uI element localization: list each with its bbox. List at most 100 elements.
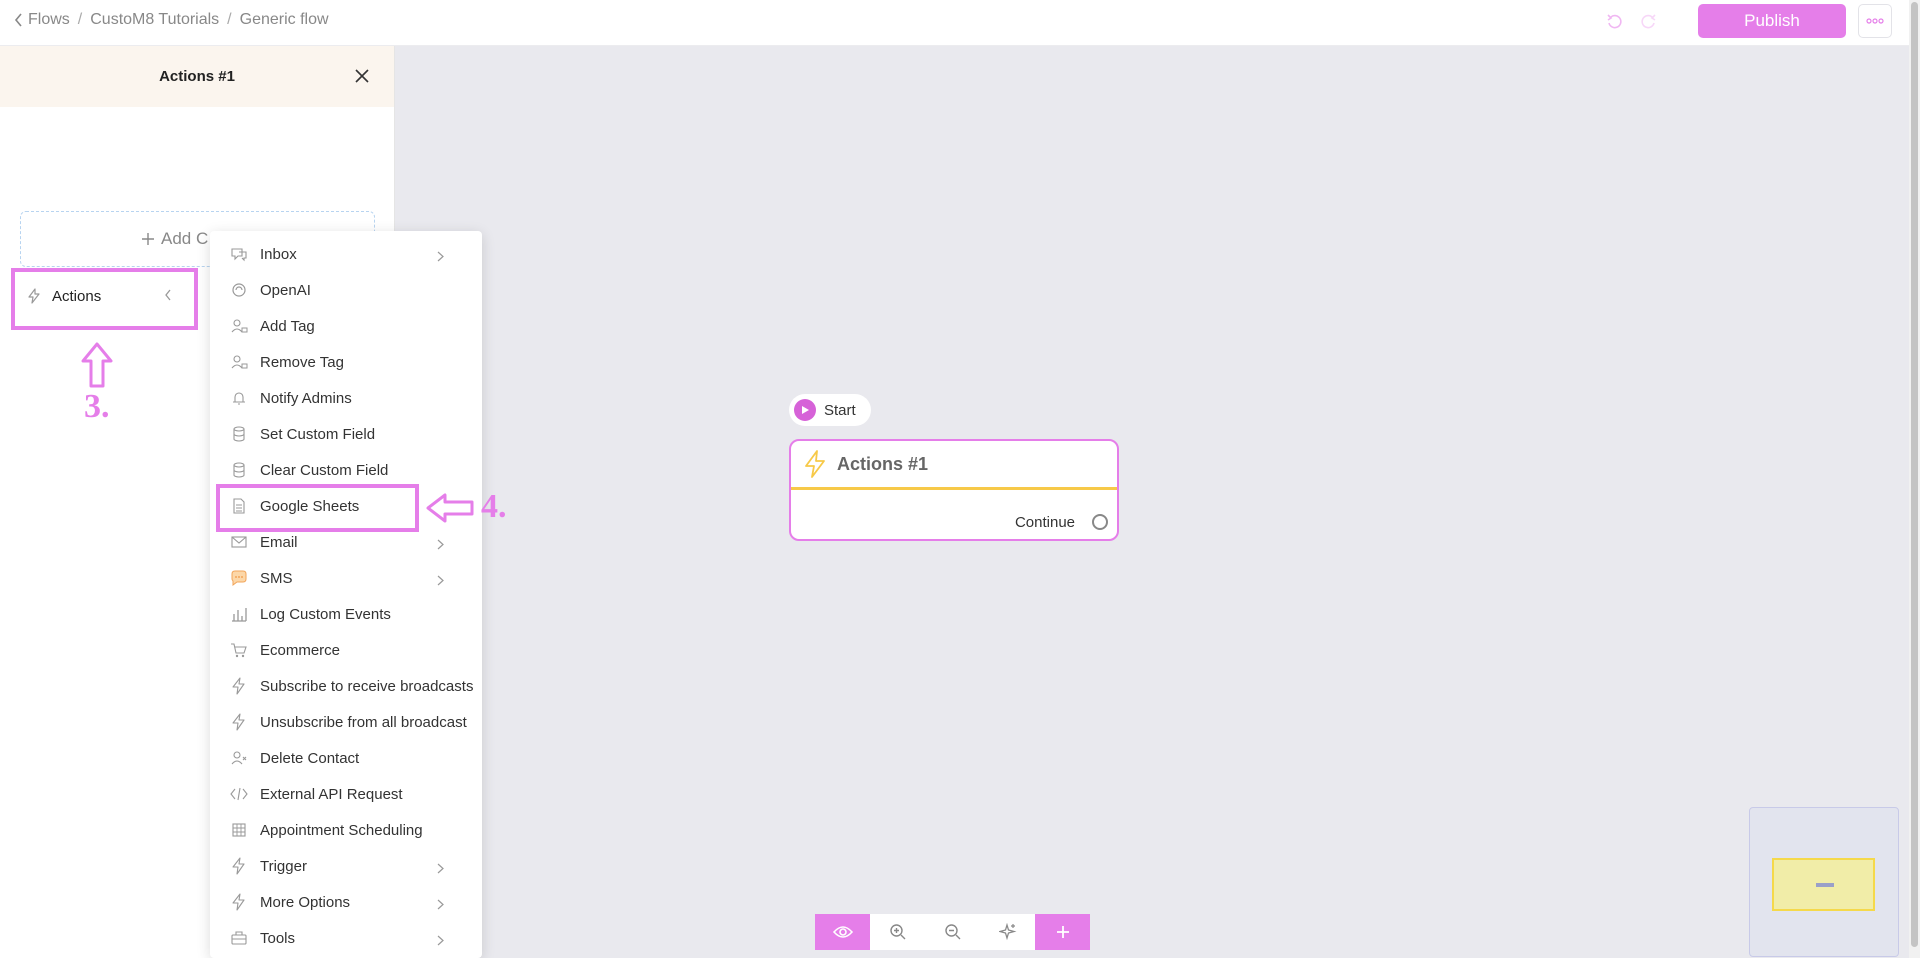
actions-submenu: Inbox OpenAI Add Tag Remove Tag Notify Admin… bbox=[210, 231, 482, 958]
menu-item-delete-contact[interactable]: Delete Contact bbox=[210, 740, 482, 776]
add-node-button[interactable] bbox=[1035, 914, 1090, 950]
menu-item-subscribe-to-receive-broadcasts[interactable]: Subscribe to receive broadcasts bbox=[210, 668, 482, 704]
menu-item-add-tag[interactable]: Add Tag bbox=[210, 308, 482, 344]
zoom-out-button[interactable] bbox=[925, 914, 980, 950]
auto-layout-button[interactable] bbox=[980, 914, 1035, 950]
bolt-icon bbox=[230, 857, 248, 875]
cart-icon bbox=[230, 641, 248, 659]
annotation-step-3: 3. bbox=[84, 388, 110, 425]
bolt-icon bbox=[230, 893, 248, 911]
annotation-step-4: 4. bbox=[481, 488, 507, 525]
database-icon bbox=[230, 425, 248, 443]
menu-item-appointment-scheduling[interactable]: Appointment Scheduling bbox=[210, 812, 482, 848]
chevron-right-icon bbox=[437, 573, 444, 590]
vertical-scrollbar[interactable] bbox=[1909, 0, 1920, 958]
bolt-icon bbox=[230, 713, 248, 731]
menu-item-label: Email bbox=[260, 533, 298, 551]
menu-item-label: Appointment Scheduling bbox=[260, 821, 423, 839]
actions-node[interactable]: Actions #1 Continue bbox=[789, 439, 1119, 541]
zoom-in-button[interactable] bbox=[870, 914, 925, 950]
scrollbar-thumb[interactable] bbox=[1911, 2, 1918, 947]
plus-icon bbox=[1056, 926, 1069, 938]
menu-item-inbox[interactable]: Inbox bbox=[210, 236, 482, 272]
breadcrumb-separator: / bbox=[77, 11, 83, 28]
zoom-in-icon bbox=[889, 924, 905, 940]
breadcrumb-item-flows[interactable]: Flows bbox=[28, 11, 70, 29]
menu-item-label: Set Custom Field bbox=[260, 425, 376, 443]
menu-item-unsubscribe-from-all-broadcast[interactable]: Unsubscribe from all broadcast bbox=[210, 704, 482, 740]
node-header: Actions #1 bbox=[791, 441, 1117, 490]
menu-item-notify-admins[interactable]: Notify Admins bbox=[210, 380, 482, 416]
menu-item-external-api-request[interactable]: External API Request bbox=[210, 776, 482, 812]
menu-item-label: External API Request bbox=[260, 785, 403, 803]
ellipsis-icon bbox=[1866, 18, 1884, 24]
chevron-right-icon bbox=[437, 249, 444, 266]
breadcrumb-separator: / bbox=[227, 11, 232, 28]
arrow-up-annotation-icon bbox=[81, 342, 113, 388]
menu-item-label: Add Tag bbox=[260, 317, 315, 335]
menu-item-log-custom-events[interactable]: Log Custom Events bbox=[210, 596, 482, 632]
chevron-right-icon bbox=[437, 537, 444, 554]
publish-button[interactable]: Publish bbox=[1698, 4, 1846, 38]
node-output-port[interactable] bbox=[1092, 514, 1108, 530]
menu-item-label: Subscribe to receive broadcasts bbox=[260, 677, 474, 695]
breadcrumb-flows-link[interactable]: Flows bbox=[14, 11, 70, 29]
play-icon bbox=[794, 399, 816, 421]
panel-header: Actions #1 bbox=[0, 46, 394, 107]
breadcrumb-item-folder[interactable]: CustoM8 Tutorials bbox=[90, 11, 219, 29]
bolt-icon bbox=[805, 450, 825, 478]
menu-item-label: Trigger bbox=[260, 857, 307, 875]
redo-icon[interactable] bbox=[1638, 12, 1658, 32]
sms-icon bbox=[230, 569, 248, 587]
minimap-viewport[interactable] bbox=[1772, 858, 1875, 911]
chevron-left-icon bbox=[165, 289, 171, 301]
flow-canvas[interactable] bbox=[395, 46, 1909, 958]
calendar-icon bbox=[230, 821, 248, 839]
sparkle-icon bbox=[998, 923, 1016, 941]
undo-icon[interactable] bbox=[1605, 12, 1625, 32]
breadcrumb: Flows / CustoM8 Tutorials / Generic flow bbox=[14, 11, 329, 29]
menu-item-trigger[interactable]: Trigger bbox=[210, 848, 482, 884]
menu-item-sms[interactable]: SMS bbox=[210, 560, 482, 596]
chevron-right-icon bbox=[437, 897, 444, 914]
menu-item-actions[interactable]: Actions bbox=[16, 269, 196, 323]
arrow-left-annotation-icon bbox=[426, 493, 474, 523]
chevron-left-icon bbox=[14, 13, 22, 27]
node-title: Actions #1 bbox=[837, 453, 929, 474]
more-options-button[interactable] bbox=[1858, 4, 1892, 38]
add-content-label: Add C bbox=[161, 229, 209, 248]
menu-item-label: Delete Contact bbox=[260, 749, 360, 767]
menu-item-remove-tag[interactable]: Remove Tag bbox=[210, 344, 482, 380]
menu-item-label: Unsubscribe from all broadcast bbox=[260, 713, 467, 731]
menu-item-openai[interactable]: OpenAI bbox=[210, 272, 482, 308]
menu-item-set-custom-field[interactable]: Set Custom Field bbox=[210, 416, 482, 452]
zoom-out-icon bbox=[944, 924, 960, 940]
preview-button[interactable] bbox=[815, 914, 870, 950]
minimap[interactable] bbox=[1749, 807, 1899, 957]
start-node[interactable]: Start bbox=[789, 394, 871, 426]
chart-icon bbox=[230, 605, 248, 623]
menu-item-label: SMS bbox=[260, 569, 293, 587]
toolbox-icon bbox=[230, 929, 248, 947]
inbox-icon bbox=[230, 245, 248, 263]
menu-item-label: Ecommerce bbox=[260, 641, 341, 659]
menu-item-label: More Options bbox=[260, 893, 351, 911]
chevron-right-icon bbox=[437, 861, 444, 878]
menu-item-label: Google Sheets bbox=[260, 497, 360, 515]
node-output-label: Continue bbox=[1014, 514, 1075, 531]
menu-item-tools[interactable]: Tools bbox=[210, 920, 482, 956]
bolt-icon bbox=[28, 288, 40, 304]
user-tag-icon bbox=[230, 317, 248, 335]
menu-item-more-options[interactable]: More Options bbox=[210, 884, 482, 920]
menu-item-clear-custom-field[interactable]: Clear Custom Field bbox=[210, 452, 482, 488]
start-label: Start bbox=[824, 401, 856, 419]
minimap-node bbox=[1816, 883, 1834, 887]
breadcrumb-item-current: Generic flow bbox=[239, 11, 329, 28]
menu-item-label: OpenAI bbox=[260, 281, 311, 299]
menu-item-label: Inbox bbox=[260, 245, 297, 263]
top-bar: Flows / CustoM8 Tutorials / Generic flow… bbox=[0, 0, 1909, 46]
close-icon[interactable] bbox=[352, 66, 372, 86]
menu-item-ecommerce[interactable]: Ecommerce bbox=[210, 632, 482, 668]
menu-item-email[interactable]: Email bbox=[210, 524, 482, 560]
chevron-right-icon bbox=[437, 933, 444, 950]
